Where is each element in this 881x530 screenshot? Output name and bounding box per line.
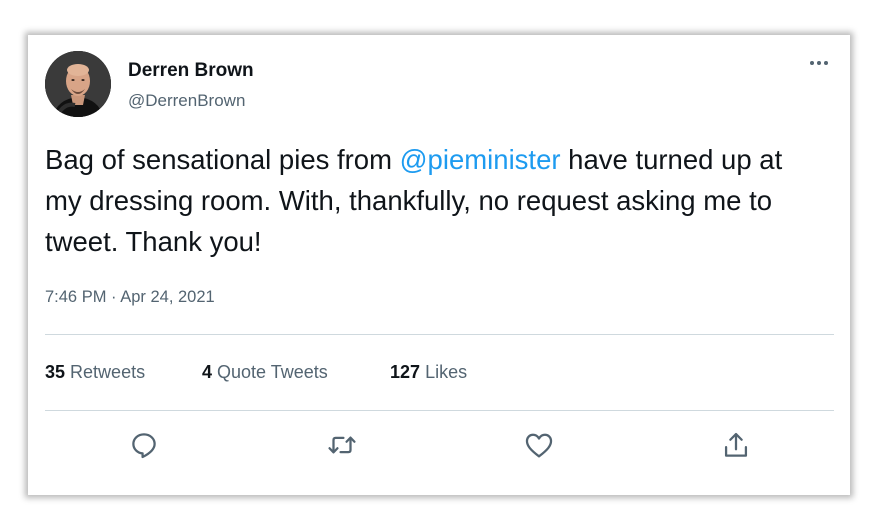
author-display-name[interactable]: Derren Brown — [128, 60, 254, 82]
heart-icon — [525, 433, 553, 458]
likes-stat[interactable]: 127 Likes — [390, 362, 467, 383]
mention-link[interactable]: @pieminister — [400, 144, 561, 175]
divider — [45, 334, 834, 335]
like-button[interactable] — [522, 428, 556, 462]
retweets-stat[interactable]: 35 Retweets — [45, 362, 145, 383]
more-horizontal-icon — [810, 61, 828, 65]
share-icon — [724, 432, 748, 457]
avatar-photo — [45, 51, 111, 117]
tweet-text-part: Bag of sensational pies from — [45, 144, 400, 175]
author-handle[interactable]: @DerrenBrown — [128, 91, 245, 111]
quote-tweets-count: 4 — [202, 362, 213, 382]
share-button[interactable] — [719, 428, 753, 462]
reply-icon — [132, 433, 156, 459]
tweet-timestamp[interactable]: 7:46 PM · Apr 24, 2021 — [45, 288, 215, 307]
retweet-button[interactable] — [325, 428, 359, 462]
avatar[interactable] — [45, 51, 111, 117]
likes-count: 127 — [390, 362, 421, 382]
retweets-count: 35 — [45, 362, 66, 382]
tweet-text: Bag of sensational pies from @pieministe… — [45, 139, 825, 262]
quote-tweets-stat[interactable]: 4 Quote Tweets — [202, 362, 328, 383]
tweet-card: Derren Brown @DerrenBrown Bag of sensati… — [28, 35, 850, 495]
retweets-label: Retweets — [70, 362, 146, 382]
divider — [45, 410, 834, 411]
retweet-icon — [328, 436, 356, 454]
quote-tweets-label: Quote Tweets — [217, 362, 328, 382]
more-options-button[interactable] — [806, 53, 832, 73]
reply-button[interactable] — [127, 428, 161, 462]
likes-label: Likes — [425, 362, 468, 382]
